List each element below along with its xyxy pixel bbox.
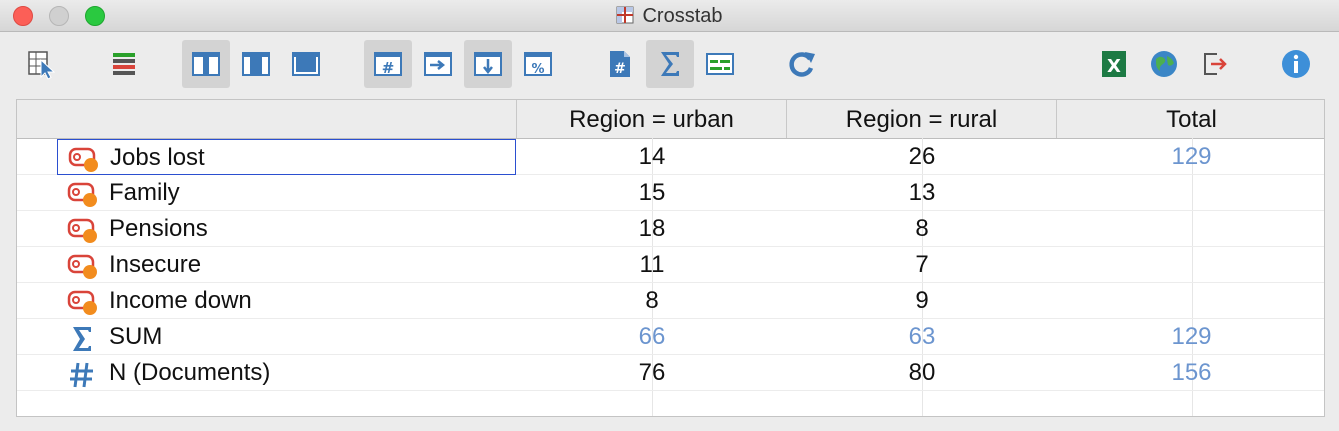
row-label[interactable]: Jobs lost	[57, 139, 516, 175]
table-cell[interactable]: 129	[1057, 139, 1324, 175]
table-cell[interactable]: 11	[517, 247, 787, 283]
export-excel-button[interactable]: X	[1090, 40, 1138, 88]
row-percentages-button[interactable]	[414, 40, 462, 88]
row-label[interactable]: Income down	[57, 283, 516, 319]
row-label-text: SUM	[109, 323, 163, 350]
info-icon	[1280, 48, 1312, 80]
row-label-text: Pensions	[109, 215, 208, 242]
crosstab-table: Region = urban Region = rural Total Jobs…	[16, 99, 1325, 417]
table-row[interactable]: Family 15 13	[17, 175, 1324, 211]
compact-view-icon	[704, 48, 736, 80]
table-cell[interactable]	[1057, 211, 1324, 247]
total-percentages-icon: %	[522, 48, 554, 80]
column-header-total[interactable]: Total	[1057, 100, 1324, 138]
row-percentages-icon	[422, 48, 454, 80]
layout-wide-icon	[290, 48, 322, 80]
svg-text:X: X	[1107, 56, 1121, 77]
layout-narrow-button[interactable]	[182, 40, 230, 88]
window-title: Crosstab	[642, 5, 723, 27]
table-cell[interactable]	[1057, 175, 1324, 211]
export-html-button[interactable]	[1140, 40, 1188, 88]
window-title-wrap: Crosstab	[0, 5, 1339, 30]
table-cell[interactable]: 63	[787, 319, 1057, 355]
row-label-text: Family	[109, 179, 180, 206]
table-row[interactable]: Income down 8 9	[17, 283, 1324, 319]
toolbar: #% # X	[0, 32, 1339, 98]
table-row[interactable]: Jobs lost 14 26 129	[17, 139, 1324, 175]
table-cell[interactable]: 9	[787, 283, 1057, 319]
title-bar: Crosstab	[0, 0, 1339, 32]
table-cell[interactable]: 76	[517, 355, 787, 391]
layout-wide-button[interactable]	[282, 40, 330, 88]
row-label-text: Income down	[109, 287, 252, 314]
table-cell[interactable]: 80	[787, 355, 1057, 391]
column-header-urban[interactable]: Region = urban	[517, 100, 787, 138]
header-corner	[17, 100, 517, 138]
svg-text:%: %	[531, 62, 544, 77]
crosstab-icon	[616, 6, 634, 30]
export-icon	[1198, 48, 1230, 80]
column-header-rural[interactable]: Region = rural	[787, 100, 1057, 138]
row-label-text: Jobs lost	[110, 144, 205, 171]
hash-icon	[67, 361, 101, 400]
refresh-icon	[786, 48, 818, 80]
table-cell[interactable]: 14	[517, 139, 787, 175]
table-cell[interactable]: 26	[787, 139, 1057, 175]
table-cell[interactable]: 8	[787, 211, 1057, 247]
column-percentages-icon	[472, 48, 504, 80]
code-system-button[interactable]	[100, 40, 148, 88]
row-label[interactable]: Family	[57, 175, 516, 211]
layout-narrow-icon	[190, 48, 222, 80]
row-label-text: Insecure	[109, 251, 202, 278]
table-cell[interactable]: 156	[1057, 355, 1324, 391]
total-percentages-button[interactable]: %	[514, 40, 562, 88]
table-cell[interactable]: 129	[1057, 319, 1324, 355]
layout-medium-button[interactable]	[232, 40, 280, 88]
table-cell[interactable]: 18	[517, 211, 787, 247]
row-label[interactable]: N (Documents)	[57, 355, 516, 391]
table-header: Region = urban Region = rural Total	[17, 100, 1324, 139]
show-frequencies-button[interactable]: #	[364, 40, 412, 88]
export-excel-icon: X	[1098, 48, 1130, 80]
export-button[interactable]	[1190, 40, 1238, 88]
refresh-button[interactable]	[778, 40, 826, 88]
table-row[interactable]: Insecure 11 7	[17, 247, 1324, 283]
table-cell[interactable]	[1057, 283, 1324, 319]
layout-medium-icon	[240, 48, 272, 80]
table-cell[interactable]: 15	[517, 175, 787, 211]
table-cell[interactable]	[1057, 247, 1324, 283]
row-label[interactable]: Pensions	[57, 211, 516, 247]
table-row[interactable]: SUM 66 63 129	[17, 319, 1324, 355]
column-percentages-button[interactable]	[464, 40, 512, 88]
count-documents-button[interactable]: #	[596, 40, 644, 88]
svg-text:#: #	[614, 61, 626, 77]
svg-text:#: #	[382, 59, 395, 77]
sum-button[interactable]	[646, 40, 694, 88]
table-cell[interactable]: 8	[517, 283, 787, 319]
code-system-icon	[108, 48, 140, 80]
row-label[interactable]: SUM	[57, 319, 516, 355]
count-documents-icon: #	[604, 48, 636, 80]
select-documents-icon	[26, 48, 58, 80]
table-cell[interactable]: 13	[787, 175, 1057, 211]
select-documents-button[interactable]	[18, 40, 66, 88]
table-row[interactable]: N (Documents) 76 80 156	[17, 355, 1324, 391]
compact-view-button[interactable]	[696, 40, 744, 88]
export-html-icon	[1148, 48, 1180, 80]
table-cell[interactable]: 66	[517, 319, 787, 355]
info-button[interactable]	[1272, 40, 1320, 88]
table-cell[interactable]: 7	[787, 247, 1057, 283]
row-label-text: N (Documents)	[109, 359, 271, 386]
row-label[interactable]: Insecure	[57, 247, 516, 283]
crosstab-window: Crosstab #% # X Region = urban Region = ru…	[0, 0, 1339, 431]
table-row[interactable]: Pensions 18 8	[17, 211, 1324, 247]
sum-icon	[654, 48, 686, 80]
show-frequencies-icon: #	[372, 48, 404, 80]
